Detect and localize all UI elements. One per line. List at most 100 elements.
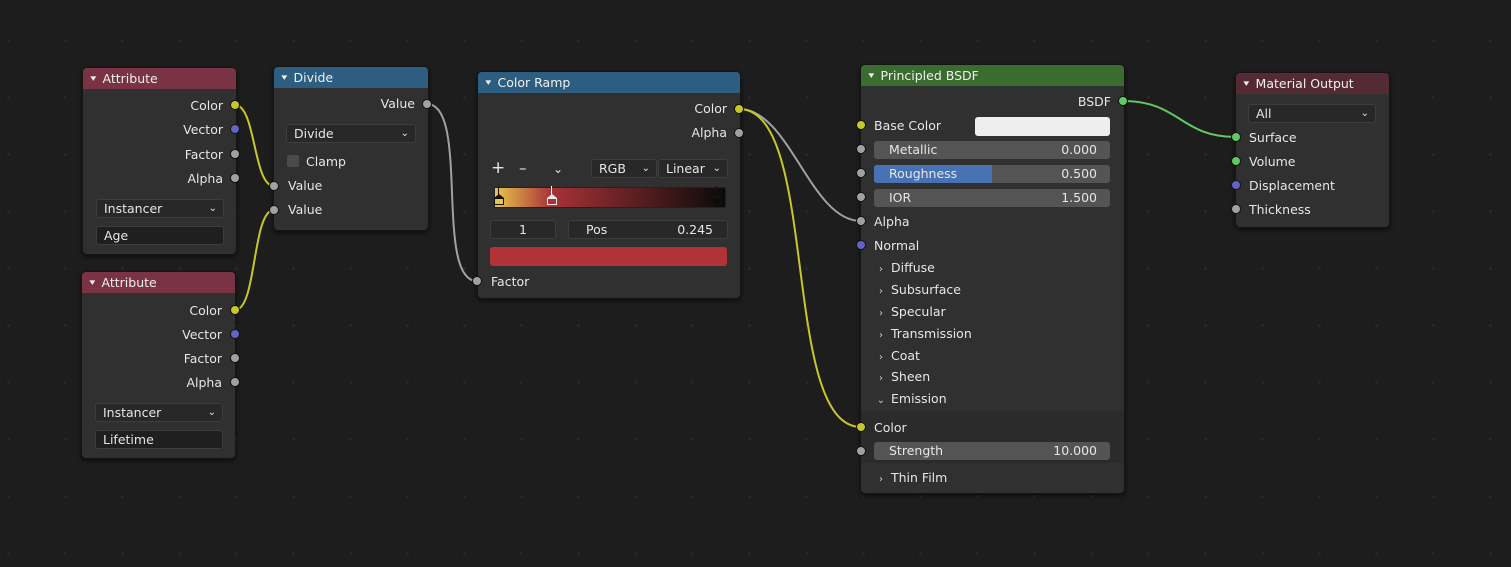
socket-age-color[interactable] <box>230 100 240 110</box>
input-label-displacement: Displacement <box>1249 178 1335 193</box>
socket-normal[interactable] <box>856 240 866 250</box>
link-age-color-to-divide-value1 <box>234 104 275 187</box>
collapse-icon[interactable]: ▾ <box>868 71 874 81</box>
stop-position-field[interactable]: Pos 0.245 <box>568 220 728 239</box>
node-header[interactable]: ▾ Material Output <box>1236 73 1389 94</box>
socket-divide-input-2[interactable] <box>269 205 279 215</box>
slider-value: 0.000 <box>1061 142 1097 157</box>
metallic-slider[interactable]: Metallic 0.000 <box>874 141 1110 159</box>
socket-age-vector[interactable] <box>230 124 240 134</box>
node-title: Attribute <box>102 71 158 86</box>
panel-thin-film[interactable]: › Thin Film <box>871 467 947 489</box>
output-label-color: Color <box>190 98 223 113</box>
chevron-right-icon: › <box>879 474 883 485</box>
color-mode-dropdown[interactable]: RGB ⌄ <box>591 159 657 178</box>
color-stop-marker[interactable] <box>494 186 504 206</box>
socket-lifetime-factor[interactable] <box>230 353 240 363</box>
input-label-volume: Volume <box>1249 154 1296 169</box>
output-label-alpha: Alpha <box>187 171 223 186</box>
link-lifetime-color-to-divide-value2 <box>234 209 275 311</box>
active-stop-index-field[interactable]: 1 <box>490 220 556 239</box>
panel-emission[interactable]: ⌄ Emission <box>871 388 947 410</box>
panel-sheen[interactable]: › Sheen <box>871 366 930 388</box>
collapse-icon[interactable]: ▾ <box>281 73 287 83</box>
panel-specular[interactable]: › Specular <box>871 301 946 323</box>
active-stop-color-swatch[interactable] <box>490 247 727 266</box>
math-operation-dropdown[interactable]: Divide ⌄ <box>286 124 416 143</box>
socket-lifetime-color[interactable] <box>230 305 240 315</box>
render-target-dropdown[interactable]: All ⌄ <box>1248 104 1376 123</box>
attribute-node-age[interactable]: ▾ Attribute Color Vector Factor Alpha In… <box>82 67 237 255</box>
collapse-icon[interactable]: ▾ <box>1243 79 1249 89</box>
socket-bsdf-output[interactable] <box>1118 96 1128 106</box>
panel-label: Specular <box>891 304 946 319</box>
socket-emission-color[interactable] <box>856 422 866 432</box>
node-header[interactable]: ▾ Principled BSDF <box>861 65 1124 86</box>
socket-alpha[interactable] <box>856 216 866 226</box>
color-stop-marker[interactable] <box>547 186 557 206</box>
socket-roughness[interactable] <box>856 168 866 178</box>
panel-coat[interactable]: › Coat <box>871 345 920 367</box>
node-title: Attribute <box>101 275 157 290</box>
chevron-right-icon: › <box>879 286 883 297</box>
socket-age-alpha[interactable] <box>230 173 240 183</box>
remove-stop-icon[interactable]: – <box>519 158 527 178</box>
attribute-name-field[interactable]: Age <box>96 226 224 245</box>
collapse-icon[interactable]: ▾ <box>89 278 95 288</box>
dropdown-value: RGB <box>599 161 626 176</box>
principled-bsdf-node[interactable]: ▾ Principled BSDF BSDF Base Color Metall… <box>860 64 1125 494</box>
socket-lifetime-vector[interactable] <box>230 329 240 339</box>
emission-strength-slider[interactable]: Strength 10.000 <box>874 442 1110 460</box>
chevron-down-icon: ⌄ <box>641 163 650 174</box>
input-label-emission-color: Color <box>874 420 907 435</box>
node-title: Divide <box>293 70 334 85</box>
socket-metallic[interactable] <box>856 144 866 154</box>
ramp-menu-chevron-icon[interactable]: ⌄ <box>553 159 563 179</box>
node-header[interactable]: ▾ Color Ramp <box>478 72 740 93</box>
socket-divide-input-1[interactable] <box>269 181 279 191</box>
panel-subsurface[interactable]: › Subsurface <box>871 279 961 301</box>
socket-displacement[interactable] <box>1231 180 1241 190</box>
socket-divide-output[interactable] <box>422 99 432 109</box>
socket-volume[interactable] <box>1231 156 1241 166</box>
interpolation-dropdown[interactable]: Linear ⌄ <box>658 159 728 178</box>
node-title: Color Ramp <box>497 75 571 90</box>
attribute-node-lifetime[interactable]: ▾ Attribute Color Vector Factor Alpha In… <box>81 271 236 459</box>
socket-age-factor[interactable] <box>230 149 240 159</box>
node-header[interactable]: ▾ Attribute <box>82 272 235 293</box>
output-label-alpha: Alpha <box>186 375 222 390</box>
attribute-type-dropdown[interactable]: Instancer ⌄ <box>95 403 223 422</box>
socket-lifetime-alpha[interactable] <box>230 377 240 387</box>
socket-ramp-alpha[interactable] <box>734 128 744 138</box>
color-ramp-node[interactable]: ▾ Color Ramp Color Alpha + – ⌄ RGB ⌄ Lin… <box>477 71 741 299</box>
attribute-name-field[interactable]: Lifetime <box>95 430 223 449</box>
clamp-checkbox[interactable] <box>287 155 299 167</box>
base-color-swatch[interactable] <box>975 117 1110 136</box>
collapse-icon[interactable]: ▾ <box>90 74 96 84</box>
node-header[interactable]: ▾ Divide <box>274 67 428 88</box>
color-stop-marker[interactable] <box>712 186 722 206</box>
collapse-icon[interactable]: ▾ <box>485 78 491 88</box>
socket-surface[interactable] <box>1231 132 1241 142</box>
panel-diffuse[interactable]: › Diffuse <box>871 257 935 279</box>
socket-base-color[interactable] <box>856 120 866 130</box>
add-stop-icon[interactable]: + <box>491 158 505 178</box>
chevron-right-icon: › <box>879 308 883 319</box>
material-output-node[interactable]: ▾ Material Output All ⌄ Surface Volume D… <box>1235 72 1390 228</box>
output-label-vector: Vector <box>182 327 222 342</box>
socket-ramp-factor[interactable] <box>472 276 482 286</box>
socket-emission-strength[interactable] <box>856 446 866 456</box>
slider-label: Strength <box>889 443 944 458</box>
panel-label: Subsurface <box>891 282 961 297</box>
ior-slider[interactable]: IOR 1.500 <box>874 189 1110 207</box>
socket-thickness[interactable] <box>1231 204 1241 214</box>
node-header[interactable]: ▾ Attribute <box>83 68 236 89</box>
socket-ior[interactable] <box>856 192 866 202</box>
divide-node[interactable]: ▾ Divide Value Divide ⌄ Clamp Value Valu… <box>273 66 429 231</box>
socket-ramp-color[interactable] <box>734 104 744 114</box>
dropdown-value: Divide <box>294 126 334 141</box>
attribute-type-dropdown[interactable]: Instancer ⌄ <box>96 199 224 218</box>
roughness-slider[interactable]: Roughness 0.500 <box>874 165 1110 183</box>
dropdown-value: Linear <box>666 161 705 176</box>
panel-transmission[interactable]: › Transmission <box>871 323 972 345</box>
